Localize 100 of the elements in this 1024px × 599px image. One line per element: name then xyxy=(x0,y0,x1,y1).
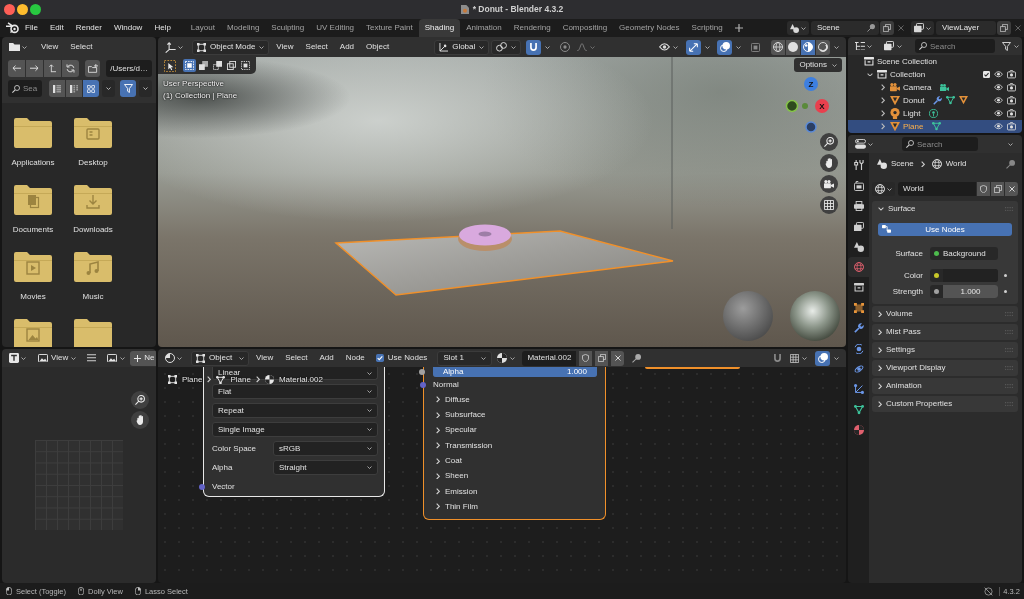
pin-icon[interactable] xyxy=(632,353,642,363)
caret-icon[interactable] xyxy=(545,45,551,49)
workspace-tab[interactable]: Sculpting xyxy=(265,19,311,37)
hand-icon[interactable] xyxy=(131,411,149,429)
outliner-row[interactable]: Collection xyxy=(848,68,1022,81)
close-window-button[interactable] xyxy=(4,4,15,15)
scene-browse-button[interactable] xyxy=(787,21,809,35)
menu-item[interactable]: Select xyxy=(280,353,313,363)
use-nodes-checkbox[interactable]: Use Nodes xyxy=(375,353,428,363)
workspace-tab[interactable]: Shading xyxy=(418,19,461,37)
triangle-icon[interactable] xyxy=(946,96,956,105)
world-name-field[interactable]: World xyxy=(898,182,976,196)
folder-item[interactable]: Music xyxy=(63,252,123,319)
display-mode-button[interactable] xyxy=(49,80,65,97)
ring-icon[interactable] xyxy=(929,109,939,118)
outliner-row[interactable]: Light xyxy=(848,107,1022,120)
gizmo-toggle[interactable] xyxy=(686,39,701,55)
grid-icon[interactable] xyxy=(820,196,838,214)
eye-icon[interactable] xyxy=(994,123,1003,130)
close-icon[interactable] xyxy=(898,25,904,31)
pin-icon[interactable] xyxy=(867,24,875,32)
socket-icon[interactable] xyxy=(199,483,205,490)
caret-icon[interactable] xyxy=(705,45,710,49)
folder-item[interactable]: Desktop xyxy=(63,118,123,185)
panel-header[interactable]: Animation xyxy=(872,378,1018,394)
node-dropdown[interactable]: Single Image xyxy=(212,422,378,437)
menu-item[interactable]: Window xyxy=(107,23,149,33)
menu-item[interactable]: Add xyxy=(314,353,339,363)
chevron-icon[interactable] xyxy=(880,110,885,117)
options-button[interactable]: Options xyxy=(794,58,842,72)
socket-icon[interactable] xyxy=(420,382,426,388)
minimize-window-button[interactable] xyxy=(17,4,28,15)
folder-item[interactable]: Applications xyxy=(3,118,63,185)
slot-dropdown[interactable]: Slot 1 xyxy=(437,350,493,366)
folder-item[interactable]: Downloads xyxy=(63,185,123,252)
node-dropdown[interactable]: Repeat xyxy=(212,403,378,418)
outliner-row[interactable]: Plane xyxy=(848,120,1022,133)
axis-ball[interactable] xyxy=(804,77,818,91)
scene-field[interactable]: Scene xyxy=(811,21,879,35)
fake-user-button[interactable] xyxy=(977,182,990,196)
selection-mode-button[interactable] xyxy=(225,59,238,72)
triangle-icon[interactable] xyxy=(932,122,942,131)
display-mode-button[interactable] xyxy=(66,80,82,97)
panel-header[interactable]: Settings xyxy=(872,342,1018,358)
outliner-row[interactable]: Donut xyxy=(848,94,1022,107)
zoom-icon[interactable] xyxy=(820,133,838,151)
chevron-icon[interactable] xyxy=(880,123,885,130)
camera-icon[interactable] xyxy=(820,175,838,193)
camera-icon[interactable] xyxy=(1007,70,1016,79)
menu-item[interactable]: Node xyxy=(340,353,370,363)
view-layer-field[interactable]: ViewLayer xyxy=(936,21,996,35)
folder-item[interactable]: Movies xyxy=(3,252,63,319)
panel-header[interactable]: Custom Properties xyxy=(872,396,1018,412)
shading-mode-button[interactable] xyxy=(801,39,815,55)
menu-icon[interactable] xyxy=(87,354,97,362)
menu-item[interactable]: View xyxy=(271,42,299,52)
folder-icon[interactable] xyxy=(74,319,112,347)
shading-mode-button[interactable] xyxy=(786,39,800,55)
refresh-button[interactable] xyxy=(62,60,79,77)
display-mode-button[interactable] xyxy=(83,80,99,97)
unlink-button[interactable] xyxy=(1005,182,1018,196)
parent-folder-button[interactable] xyxy=(44,60,61,77)
shading-mode-button[interactable] xyxy=(816,39,830,55)
world-browse-button[interactable] xyxy=(872,182,895,196)
search-field[interactable]: Search xyxy=(915,39,995,53)
filter-button[interactable] xyxy=(120,80,136,97)
panel-toggle[interactable]: Transmission xyxy=(433,437,597,454)
overlay-toggle[interactable] xyxy=(717,39,732,55)
chevron-icon[interactable] xyxy=(880,97,885,104)
node-dropdown[interactable]: sRGB xyxy=(273,441,378,456)
panel-header[interactable]: Mist Pass xyxy=(872,324,1018,340)
overlay-toggle[interactable] xyxy=(815,350,830,366)
view-layer-browse-button[interactable] xyxy=(911,21,934,35)
animate-dot-icon[interactable] xyxy=(1004,290,1007,293)
panel-toggle[interactable]: Coat xyxy=(433,453,597,469)
workspace-tab[interactable]: Modeling xyxy=(220,19,266,37)
eye-icon[interactable] xyxy=(994,84,1003,91)
duplicate-button[interactable] xyxy=(997,21,1011,35)
editor-type-button[interactable] xyxy=(7,350,28,366)
eye-icon[interactable] xyxy=(994,110,1003,117)
menu-item[interactable]: View xyxy=(251,353,279,363)
panel-header[interactable]: Viewport Display xyxy=(872,360,1018,376)
menu-item[interactable]: View xyxy=(36,42,64,52)
snap-toggle[interactable] xyxy=(526,39,542,55)
mode-dropdown[interactable]: View xyxy=(35,350,80,366)
hand-icon[interactable] xyxy=(820,154,838,172)
selection-mode-button[interactable] xyxy=(239,59,252,72)
chevron-icon[interactable] xyxy=(866,72,873,77)
workspace-tab[interactable]: Animation xyxy=(460,19,508,37)
camera-icon[interactable] xyxy=(1007,109,1016,118)
axis-ball[interactable] xyxy=(815,99,829,113)
fake-user-button[interactable] xyxy=(579,350,593,366)
breadcrumb-item[interactable]: World xyxy=(945,159,967,169)
editor-type-button[interactable] xyxy=(163,39,185,55)
new-folder-button[interactable] xyxy=(85,60,101,77)
menu-item[interactable]: Render xyxy=(69,23,108,33)
editor-type-button[interactable] xyxy=(163,350,184,366)
duplicate-button[interactable] xyxy=(595,350,609,366)
outliner-row[interactable]: Scene Collection xyxy=(848,55,1022,68)
material-name-field[interactable]: Material.002 xyxy=(522,350,577,366)
